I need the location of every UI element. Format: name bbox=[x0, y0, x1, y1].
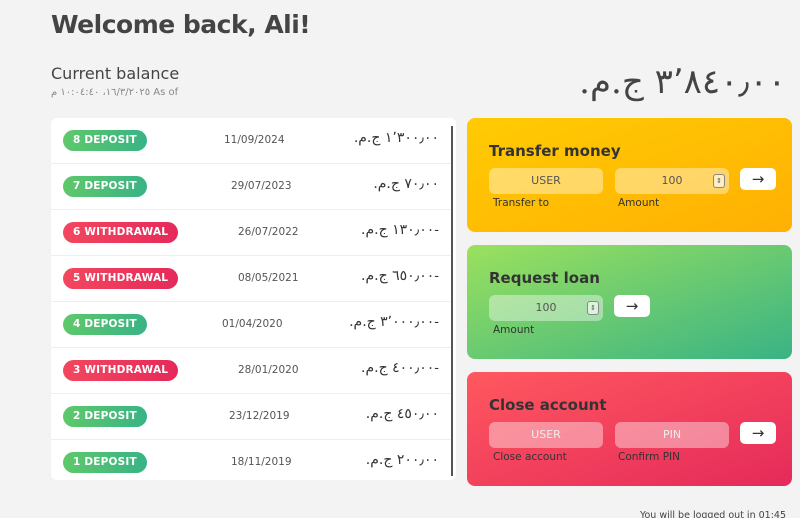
balance-label: Current balance bbox=[51, 64, 180, 83]
movement-date: 18/11/2019 bbox=[231, 456, 292, 468]
movement-row: 2 DEPOSIT 23/12/2019 ٤٥٠٫٠٠ ج.م. bbox=[51, 394, 451, 440]
close-user-label: Close account bbox=[493, 451, 567, 463]
movement-value: ٤٥٠٫٠٠ ج.م. bbox=[365, 406, 439, 422]
close-user-input[interactable]: USER bbox=[489, 422, 603, 448]
movement-type-badge: 1 DEPOSIT bbox=[63, 452, 147, 473]
movement-row: 3 WITHDRAWAL 28/01/2020 -٤٠٠٫٠٠ ج.م. bbox=[51, 348, 451, 394]
loan-amount-label: Amount bbox=[493, 324, 535, 336]
movements-scrollbar[interactable] bbox=[451, 126, 453, 476]
transfer-title: Transfer money bbox=[489, 142, 621, 160]
movement-type-badge: 2 DEPOSIT bbox=[63, 406, 147, 427]
balance-value: ٣٬٨٤٠٫٠٠ ج.م. bbox=[579, 62, 786, 102]
close-pin-label: Confirm PIN bbox=[618, 451, 681, 463]
transfer-to-input[interactable]: USER bbox=[489, 168, 603, 194]
movement-value: -٤٠٠٫٠٠ ج.م. bbox=[361, 360, 439, 376]
movement-value: -٣٬٠٠٠٫٠٠ ج.م. bbox=[349, 314, 439, 330]
movement-type-badge: 8 DEPOSIT bbox=[63, 130, 147, 151]
movement-row: 8 DEPOSIT 11/09/2024 ١٬٣٠٠٫٠٠ ج.م. bbox=[51, 118, 451, 164]
stepper-icon[interactable]: ⇕ bbox=[713, 174, 725, 188]
loan-panel: Request loan 100 ⇕ → Amount bbox=[467, 245, 792, 359]
transfer-amount-label: Amount bbox=[618, 197, 660, 209]
movement-date: 29/07/2023 bbox=[231, 180, 292, 192]
movement-value: -١٣٠٫٠٠ ج.م. bbox=[361, 222, 439, 238]
movements-list[interactable]: 8 DEPOSIT 11/09/2024 ١٬٣٠٠٫٠٠ ج.م. 7 DEP… bbox=[51, 118, 456, 480]
loan-title: Request loan bbox=[489, 269, 600, 287]
loan-amount-input[interactable]: 100 ⇕ bbox=[489, 295, 603, 321]
movement-date: 28/01/2020 bbox=[238, 364, 299, 376]
movement-date: 01/04/2020 bbox=[222, 318, 283, 330]
stepper-icon[interactable]: ⇕ bbox=[587, 301, 599, 315]
logout-timer: You will be logged out in 01:45 bbox=[639, 510, 786, 518]
close-panel: Close account USER PIN → Close account C… bbox=[467, 372, 792, 486]
transfer-to-label: Transfer to bbox=[493, 197, 550, 209]
balance-date: As of ١٦/٣/٢٠٢٥، ١٠:٠٤:٤٠ م bbox=[51, 87, 179, 98]
movement-value: -٦٥٠٫٠٠ ج.م. bbox=[361, 268, 439, 284]
movement-row: 1 DEPOSIT 18/11/2019 ٢٠٠٫٠٠ ج.م. bbox=[51, 440, 451, 480]
movement-value: ٢٠٠٫٠٠ ج.م. bbox=[365, 452, 439, 468]
movement-type-badge: 7 DEPOSIT bbox=[63, 176, 147, 197]
movement-type-badge: 3 WITHDRAWAL bbox=[63, 360, 179, 381]
movement-date: 23/12/2019 bbox=[229, 410, 290, 422]
movement-type-badge: 5 WITHDRAWAL bbox=[63, 268, 179, 289]
movement-value: ٧٠٫٠٠ ج.م. bbox=[373, 176, 439, 192]
transfer-amount-input[interactable]: 100 ⇕ bbox=[615, 168, 729, 194]
movement-type-badge: 6 WITHDRAWAL bbox=[63, 222, 179, 243]
movement-value: ١٬٣٠٠٫٠٠ ج.م. bbox=[353, 130, 439, 146]
welcome-heading: Welcome back, Ali! bbox=[51, 10, 311, 39]
movement-row: 5 WITHDRAWAL 08/05/2021 -٦٥٠٫٠٠ ج.م. bbox=[51, 256, 451, 302]
movement-date: 11/09/2024 bbox=[224, 134, 285, 146]
loan-submit-button[interactable]: → bbox=[614, 295, 650, 317]
movement-type-badge: 4 DEPOSIT bbox=[63, 314, 147, 335]
movement-row: 7 DEPOSIT 29/07/2023 ٧٠٫٠٠ ج.م. bbox=[51, 164, 451, 210]
close-pin-input[interactable]: PIN bbox=[615, 422, 729, 448]
close-submit-button[interactable]: → bbox=[740, 422, 776, 444]
movement-row: 4 DEPOSIT 01/04/2020 -٣٬٠٠٠٫٠٠ ج.م. bbox=[51, 302, 451, 348]
close-title: Close account bbox=[489, 396, 607, 414]
transfer-submit-button[interactable]: → bbox=[740, 168, 776, 190]
loan-amount-value: 100 bbox=[535, 301, 557, 314]
movement-date: 26/07/2022 bbox=[238, 226, 299, 238]
movement-row: 6 WITHDRAWAL 26/07/2022 -١٣٠٫٠٠ ج.م. bbox=[51, 210, 451, 256]
movement-date: 08/05/2021 bbox=[238, 272, 299, 284]
transfer-panel: Transfer money USER 100 ⇕ → Transfer to … bbox=[467, 118, 792, 232]
transfer-amount-value: 100 bbox=[661, 174, 683, 187]
